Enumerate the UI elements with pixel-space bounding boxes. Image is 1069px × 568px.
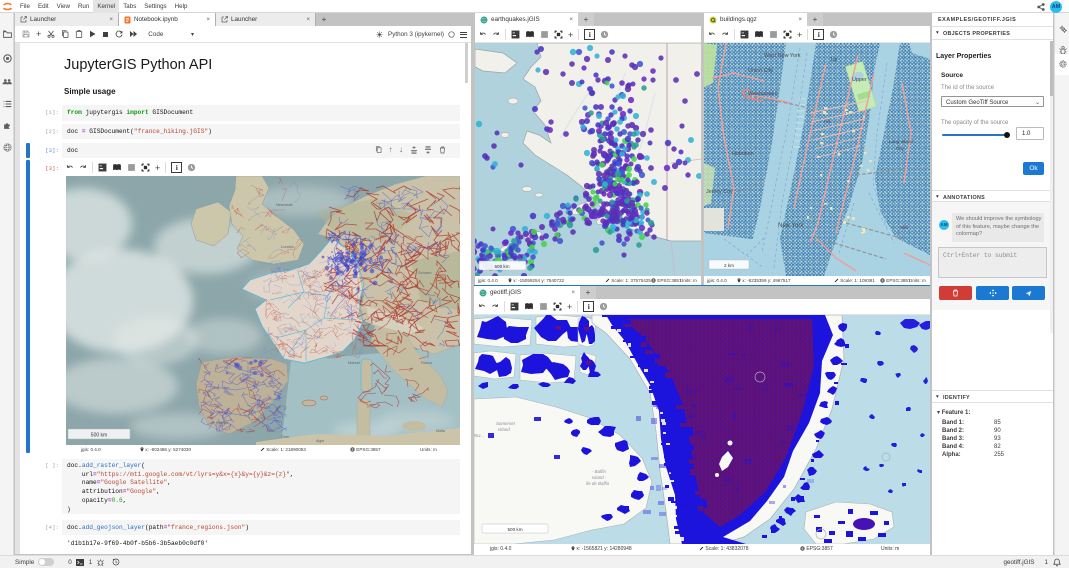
svg-text:Jersey City: Jersey City (706, 189, 733, 195)
svg-text:Marsei: Marsei (348, 360, 360, 365)
svg-text:500 km: 500 km (507, 527, 522, 532)
svg-text:2 km: 2 km (724, 263, 734, 268)
svg-text:Up: Up (831, 57, 838, 63)
svg-text:Island: Island (498, 427, 510, 432)
svg-text:Union City: Union City (748, 68, 773, 74)
svg-text:Long Island: Long Island (889, 139, 913, 144)
svg-text:- Baffin: - Baffin (592, 469, 606, 474)
svg-text:City: City (896, 146, 905, 151)
svg-text:Willi: Willi (900, 225, 908, 230)
svg-text:Île de Baffin: Île de Baffin (586, 481, 610, 486)
svg-text:Hill: Hill (824, 119, 830, 124)
svg-text:Sevilla: Sevilla (216, 420, 229, 425)
svg-text:NU...: NU... (474, 433, 484, 438)
svg-text:London: London (281, 244, 294, 249)
svg-text:New York: New York (778, 223, 804, 229)
svg-text:Hoboken: Hoboken (732, 151, 754, 157)
svg-text:Roma: Roma (421, 360, 432, 365)
svg-text:Somerset: Somerset (496, 421, 516, 426)
svg-text:Island -: Island - (592, 475, 607, 480)
svg-text:Upper: Upper (852, 77, 867, 83)
svg-text:Malta: Malta (436, 429, 445, 433)
svg-text:500 km: 500 km (494, 264, 509, 269)
svg-text:500 km: 500 km (91, 433, 107, 439)
svg-text:West New York: West New York (764, 53, 801, 59)
svg-text:Oran: Oran (281, 435, 289, 439)
svg-text:Newcastle: Newcastle (276, 203, 293, 207)
svg-text:Weehawken: Weehawken (748, 91, 778, 97)
svg-text:Schoen: Schoen (418, 270, 432, 275)
svg-text:Alger: Alger (316, 439, 325, 443)
